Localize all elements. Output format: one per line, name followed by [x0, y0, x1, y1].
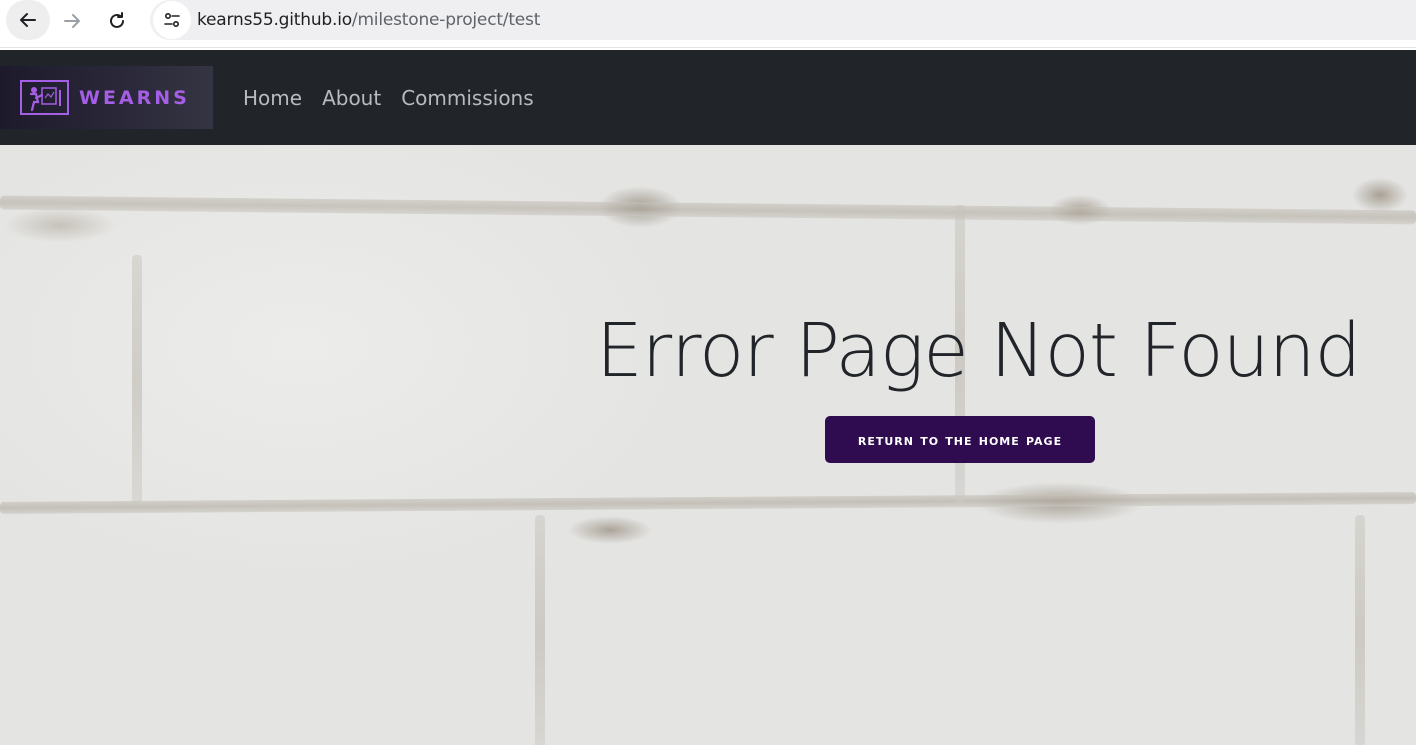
address-bar[interactable]: kearns55.github.io/milestone-project/tes… [150, 0, 1416, 40]
url-text: kearns55.github.io/milestone-project/tes… [197, 10, 540, 30]
wall-mortar-line [535, 515, 545, 745]
nav-link-home[interactable]: Home [233, 86, 312, 110]
error-title: Error Page Not Found [596, 308, 1361, 394]
wall-mortar-line [1355, 515, 1365, 745]
wall-mortar-line [0, 195, 1416, 225]
site-navbar: WEARNS Home About Commissions [0, 50, 1416, 145]
site-info-button[interactable] [153, 1, 191, 39]
url-path: /milestone-project/test [351, 10, 541, 30]
brand-logo[interactable]: WEARNS [0, 66, 213, 129]
reload-button[interactable] [95, 0, 139, 42]
wall-mortar-line [0, 492, 1416, 514]
nav-link-about[interactable]: About [312, 86, 391, 110]
reload-icon [110, 12, 124, 28]
brand-name: WEARNS [79, 86, 190, 109]
url-host: kearns55.github.io [197, 10, 352, 30]
browser-toolbar: kearns55.github.io/milestone-project/tes… [0, 0, 1416, 48]
nav-links: Home About Commissions [233, 86, 544, 110]
site-settings-icon [164, 12, 180, 28]
back-arrow-icon [20, 13, 36, 27]
nav-link-commissions[interactable]: Commissions [391, 86, 543, 110]
brand-logo-icon [20, 80, 69, 115]
error-hero: Error Page Not Found Return to the home … [0, 145, 1416, 745]
forward-arrow-icon [64, 14, 80, 28]
forward-button[interactable] [50, 0, 94, 42]
back-button[interactable] [6, 0, 50, 40]
wall-mortar-line [132, 255, 142, 505]
return-home-button[interactable]: Return to the home page [825, 416, 1095, 463]
